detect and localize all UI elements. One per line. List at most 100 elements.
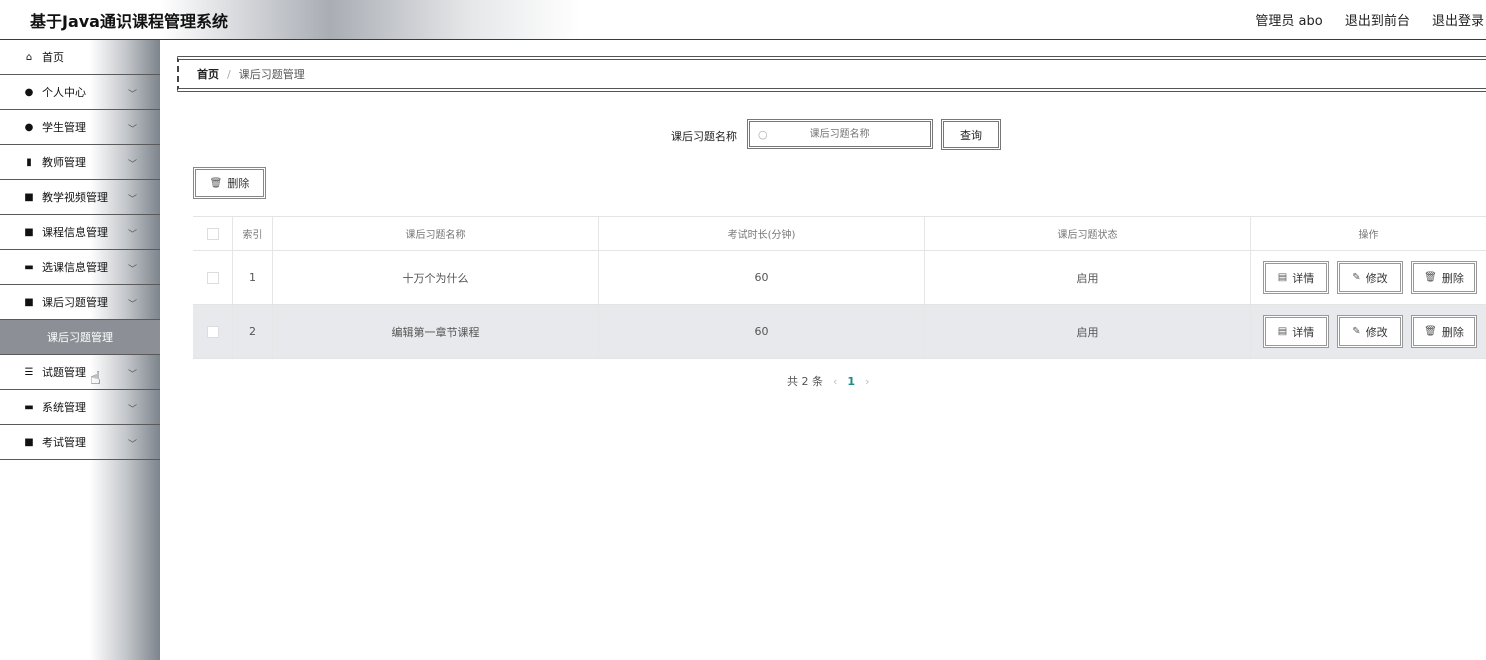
header-index: 索引	[233, 217, 273, 250]
hand-cursor-icon: ☝	[90, 368, 101, 389]
table-row: 1 十万个为什么 60 启用 ▤ 详情 ✎ 修改 🗑 删除	[193, 251, 1486, 305]
sidebar: ⌂ 首页 ● 个人中心 ﹀ ● 学生管理 ﹀ ▮ 教师管理 ﹀ ■ 教学视频管理…	[0, 40, 160, 660]
clipboard-check-icon: ■	[24, 296, 34, 308]
row-checkbox[interactable]	[206, 271, 219, 284]
sidebar-item-label: 考试管理	[42, 436, 86, 449]
top-header: 基于Java通识课程管理系统 管理员 abo 退出到前台 退出登录	[0, 0, 1486, 40]
sidebar-item-exercises[interactable]: ■ 课后习题管理 ﹀	[0, 285, 160, 320]
search-icon: ○	[758, 127, 768, 141]
sidebar-item-exams[interactable]: ■ 考试管理 ﹀	[0, 425, 160, 460]
search-box: ○	[747, 119, 933, 149]
search-input[interactable]	[767, 127, 912, 141]
sidebar-item-students[interactable]: ● 学生管理 ﹀	[0, 110, 160, 145]
chevron-down-icon: ﹀	[128, 230, 138, 240]
detail-button[interactable]: ▤ 详情	[1263, 261, 1329, 294]
chevron-down-icon: ﹀	[128, 90, 138, 100]
user-icon: ●	[24, 86, 34, 98]
header-checkbox-cell	[193, 217, 233, 250]
document-icon: ▤	[1277, 272, 1288, 283]
sidebar-item-label: 选课信息管理	[42, 261, 108, 274]
row-status: 启用	[925, 251, 1251, 304]
sidebar-item-label: 首页	[42, 51, 64, 64]
query-button[interactable]: 查询	[941, 119, 1001, 150]
next-page-button[interactable]: ›	[865, 375, 869, 388]
sidebar-item-system[interactable]: ▬ 系统管理 ﹀	[0, 390, 160, 425]
sliders-icon: ☰	[24, 366, 34, 378]
trash-icon: 🗑	[1424, 326, 1437, 337]
row-status: 启用	[925, 305, 1251, 358]
bar-chart-icon: ▮	[26, 156, 32, 168]
briefcase-icon: ▬	[24, 401, 34, 413]
sidebar-item-questions[interactable]: ☰ 试题管理 ﹀	[0, 355, 160, 390]
table-row: 2 编辑第一章节课程 60 启用 ▤ 详情 ✎ 修改 🗑 删除	[193, 305, 1486, 359]
delete-label: 删除	[1441, 325, 1464, 339]
edit-button[interactable]: ✎ 修改	[1337, 261, 1403, 294]
sidebar-item-label: 系统管理	[42, 401, 86, 414]
chevron-down-icon: ﹀	[128, 195, 138, 205]
sidebar-item-enrollment[interactable]: ▬ 选课信息管理 ﹀	[0, 250, 160, 285]
search-label: 课后习题名称	[671, 130, 737, 143]
table-header-row: 索引 课后习题名称 考试时长(分钟) 课后习题状态 操作	[193, 216, 1486, 251]
row-checkbox[interactable]	[206, 325, 219, 338]
chevron-down-icon: ﹀	[128, 370, 138, 380]
row-index: 2	[233, 305, 273, 358]
sidebar-item-label: 个人中心	[42, 86, 86, 99]
row-actions: ▤ 详情 ✎ 修改 🗑 删除	[1251, 305, 1486, 358]
delete-button[interactable]: 🗑 删除	[1411, 261, 1477, 294]
sidebar-item-label: 学生管理	[42, 121, 86, 134]
header-duration: 考试时长(分钟)	[599, 217, 925, 250]
select-all-checkbox[interactable]	[206, 227, 219, 240]
chevron-down-icon: ﹀	[128, 440, 138, 450]
header-actions: 管理员 abo 退出到前台 退出登录	[1237, 10, 1484, 29]
document-icon: ▤	[1277, 326, 1288, 337]
row-checkbox-cell	[193, 251, 233, 304]
pin-icon: ●	[24, 121, 34, 133]
edit-button[interactable]: ✎ 修改	[1337, 315, 1403, 348]
pencil-icon: ✎	[1352, 326, 1361, 337]
sidebar-item-label: 课程信息管理	[42, 226, 108, 239]
clipboard-icon: ■	[24, 191, 34, 203]
sidebar-subitem-exercise-management[interactable]: 课后习题管理	[0, 320, 160, 355]
chart-box-icon: ■	[24, 436, 34, 448]
sidebar-item-label: 教学视频管理	[42, 191, 108, 204]
sidebar-item-label: 教师管理	[42, 156, 86, 169]
sidebar-item-profile[interactable]: ● 个人中心 ﹀	[0, 75, 160, 110]
row-actions: ▤ 详情 ✎ 修改 🗑 删除	[1251, 251, 1486, 304]
breadcrumb-separator: /	[227, 67, 231, 81]
bulk-delete-label: 删除	[227, 177, 250, 190]
trash-icon: 🗑	[209, 177, 223, 189]
pagination: 共 2 条 ‹ 1 ›	[787, 373, 879, 389]
row-name: 十万个为什么	[273, 251, 599, 304]
page-number-1[interactable]: 1	[847, 375, 855, 388]
detail-button[interactable]: ▤ 详情	[1263, 315, 1329, 348]
sidebar-item-videos[interactable]: ■ 教学视频管理 ﹀	[0, 180, 160, 215]
chevron-down-icon: ﹀	[128, 265, 138, 275]
sidebar-item-teachers[interactable]: ▮ 教师管理 ﹀	[0, 145, 160, 180]
row-duration: 60	[599, 251, 925, 304]
sidebar-item-home[interactable]: ⌂ 首页	[0, 40, 160, 75]
row-name: 编辑第一章节课程	[273, 305, 599, 358]
breadcrumb-home[interactable]: 首页	[197, 66, 219, 82]
grid-icon: ■	[24, 226, 34, 238]
logout-link[interactable]: 退出登录	[1432, 14, 1484, 29]
header-status: 课后习题状态	[925, 217, 1251, 250]
pencil-icon: ✎	[1352, 272, 1361, 283]
bulk-delete-button[interactable]: 🗑 删除	[193, 167, 266, 199]
prev-page-button[interactable]: ‹	[833, 375, 837, 388]
chevron-down-icon: ﹀	[128, 300, 138, 310]
chevron-down-icon: ﹀	[128, 405, 138, 415]
front-link[interactable]: 退出到前台	[1345, 14, 1410, 29]
pagination-total: 共 2 条	[787, 375, 823, 388]
breadcrumb-current: 课后习题管理	[238, 68, 305, 81]
edit-label: 修改	[1365, 271, 1388, 285]
detail-label: 详情	[1292, 271, 1315, 285]
sidebar-item-courses[interactable]: ■ 课程信息管理 ﹀	[0, 215, 160, 250]
row-index: 1	[233, 251, 273, 304]
app-title: 基于Java通识课程管理系统	[30, 12, 228, 31]
header-actions: 操作	[1358, 230, 1379, 241]
delete-button[interactable]: 🗑 删除	[1411, 315, 1477, 348]
sidebar-item-label: 课后习题管理	[42, 296, 108, 309]
row-duration: 60	[599, 305, 925, 358]
delete-label: 删除	[1441, 271, 1464, 285]
detail-label: 详情	[1292, 325, 1315, 339]
